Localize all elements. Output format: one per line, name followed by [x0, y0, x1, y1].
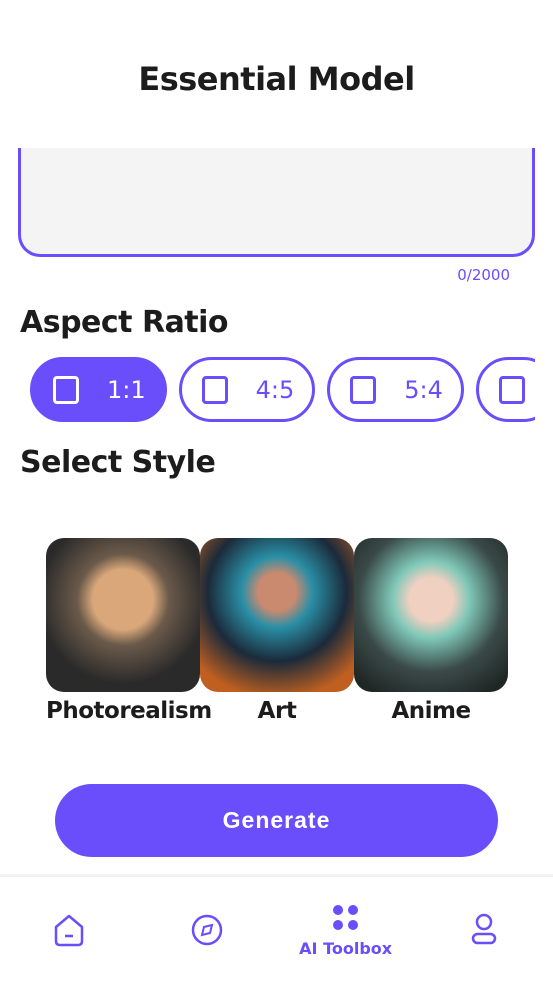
art-image: [200, 538, 354, 692]
ratio-5-4[interactable]: 5:4: [327, 357, 464, 422]
square-icon: [53, 375, 79, 404]
style-art[interactable]: Art: [200, 538, 354, 724]
style-label: Anime: [391, 698, 471, 724]
ratio-more[interactable]: [475, 357, 535, 422]
square-icon: [498, 375, 525, 404]
generate-button[interactable]: Generate: [55, 784, 498, 857]
style-label: Photorealism: [46, 698, 212, 724]
nav-explore[interactable]: [138, 877, 276, 983]
style-label: Art: [257, 698, 297, 724]
bottom-nav: AI Toolbox: [0, 874, 553, 983]
aspect-ratio-list[interactable]: 1:1 4:5 5:4: [30, 357, 535, 422]
select-style-heading: Select Style: [20, 445, 216, 480]
style-list: Photorealism Art Anime: [46, 538, 508, 724]
grid-dots-icon: [332, 904, 358, 930]
compass-icon: [192, 914, 223, 946]
nav-profile[interactable]: [415, 877, 553, 983]
style-photorealism[interactable]: Photorealism: [46, 538, 212, 724]
prompt-input[interactable]: [18, 148, 535, 257]
nav-ai-toolbox[interactable]: AI Toolbox: [277, 877, 415, 983]
home-icon: [54, 914, 84, 947]
ratio-label: 1:1: [107, 375, 146, 404]
user-icon: [471, 913, 497, 945]
square-icon: [201, 375, 228, 404]
ratio-4-5[interactable]: 4:5: [178, 357, 316, 422]
nav-label: AI Toolbox: [299, 938, 393, 958]
anime-image: [354, 538, 508, 692]
ratio-label: 5:4: [404, 375, 443, 404]
photorealism-image: [46, 538, 200, 692]
page-title: Essential Model: [138, 60, 415, 98]
ratio-label: 4:5: [255, 375, 295, 404]
char-counter: 0/2000: [457, 266, 510, 284]
ratio-1-1[interactable]: 1:1: [30, 357, 167, 422]
nav-home[interactable]: [0, 877, 138, 983]
style-anime[interactable]: Anime: [354, 538, 508, 724]
square-icon: [350, 375, 377, 404]
aspect-ratio-heading: Aspect Ratio: [20, 305, 229, 340]
